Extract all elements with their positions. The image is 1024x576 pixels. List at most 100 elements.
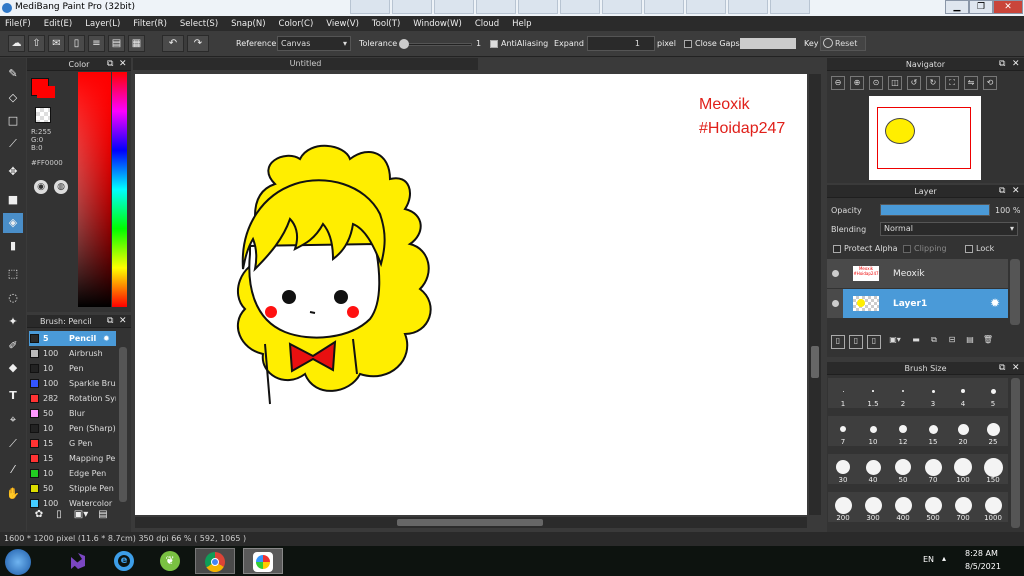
layer-row[interactable]: Meoxik #Hoidap247 Meoxik: [827, 259, 1008, 288]
menu-file[interactable]: File(F): [5, 19, 31, 29]
brush-item[interactable]: 100 Sparkle Brush: [29, 376, 116, 391]
document-icon[interactable]: ≡: [88, 35, 105, 52]
brush-size-cell[interactable]: 300: [858, 492, 888, 522]
fullscreen-icon[interactable]: ⛶: [945, 76, 959, 90]
brush-size-cell[interactable]: 150: [978, 454, 1008, 484]
redo-icon[interactable]: ↷: [187, 35, 209, 52]
brush-size-cell[interactable]: 400: [888, 492, 918, 522]
rotate-left-icon[interactable]: ↺: [907, 76, 921, 90]
brush-size-cell[interactable]: 20: [948, 416, 978, 446]
material-icon[interactable]: ▦: [128, 35, 145, 52]
menu-tool[interactable]: Tool(T): [372, 19, 400, 29]
brush-size-cell[interactable]: 1000: [978, 492, 1008, 522]
brush-size-cell[interactable]: 5: [978, 378, 1008, 408]
brush-item[interactable]: 15 G Pen: [29, 436, 116, 451]
bucket-tool-icon[interactable]: ◈: [3, 213, 23, 233]
dot-tool-icon[interactable]: □: [3, 111, 23, 131]
brush-item[interactable]: 5 Pencil ✹: [29, 331, 116, 346]
visibility-icon[interactable]: [832, 270, 839, 277]
gradient-tool-icon[interactable]: ▮: [3, 236, 23, 256]
gear-icon[interactable]: ✹: [990, 296, 1000, 310]
brush-size-cell[interactable]: 30: [828, 454, 858, 484]
blending-select[interactable]: Normal ▾: [880, 222, 1018, 236]
menu-cloud[interactable]: Cloud: [475, 19, 499, 29]
brush-tool-icon[interactable]: ✎: [3, 64, 23, 84]
secondary-color-swatch[interactable]: [35, 107, 51, 123]
menu-layer[interactable]: Layer(L): [85, 19, 120, 29]
brush-size-cell[interactable]: 40: [858, 454, 888, 484]
brush-item[interactable]: 15 Mapping Pen: [29, 451, 116, 466]
visual-studio-icon[interactable]: [58, 548, 98, 574]
brush-item[interactable]: 10 Pen (Sharp): [29, 421, 116, 436]
cloud-icon[interactable]: ☁: [8, 35, 25, 52]
color-wheel-icon[interactable]: ◍: [54, 180, 68, 194]
brush-size-cell[interactable]: 70: [918, 454, 948, 484]
menu-view[interactable]: View(V): [326, 19, 359, 29]
brush-size-cell[interactable]: 1: [828, 378, 858, 408]
internet-explorer-icon[interactable]: e: [104, 548, 144, 574]
close-gaps-checkbox[interactable]: Close Gaps: [684, 39, 740, 48]
menu-help[interactable]: Help: [512, 19, 531, 29]
select-pen-icon[interactable]: ✐: [3, 336, 23, 356]
brush-settings-icon[interactable]: ✿: [31, 509, 47, 525]
merge-layer-icon[interactable]: ⊟: [945, 335, 959, 349]
select-eraser-icon[interactable]: ◆: [3, 358, 23, 378]
brush-size-cell[interactable]: 1.5: [858, 378, 888, 408]
maximize-button[interactable]: ❐: [969, 0, 993, 14]
language-indicator[interactable]: EN: [923, 555, 934, 564]
clock-date[interactable]: 8/5/2021: [965, 562, 1001, 571]
layer-list-scrollbar[interactable]: [1010, 259, 1020, 325]
hue-slider[interactable]: [112, 72, 127, 307]
eyedropper2-tool-icon[interactable]: ⁄: [3, 460, 23, 480]
protect-alpha-checkbox[interactable]: Protect Alpha: [833, 244, 898, 253]
brush-item[interactable]: 50 Stipple Pen: [29, 481, 116, 496]
brush-size-cell[interactable]: 15: [918, 416, 948, 446]
canvas-horizontal-scrollbar[interactable]: [135, 517, 807, 528]
start-button[interactable]: [5, 549, 31, 575]
select-pen-tool-icon[interactable]: ⟋: [3, 134, 23, 154]
brush-item[interactable]: 10 Pen: [29, 361, 116, 376]
fit-icon[interactable]: ◫: [888, 76, 902, 90]
layer-settings-icon[interactable]: ▤: [963, 335, 977, 349]
clock-time[interactable]: 8:28 AM: [965, 549, 998, 558]
divide-tool-icon[interactable]: ⌖: [3, 410, 23, 430]
brush-size-cell[interactable]: 10: [858, 416, 888, 446]
hand-tool-icon[interactable]: ✋: [3, 484, 23, 504]
reference-select[interactable]: Canvas ▾: [277, 36, 351, 51]
lasso-tool-icon[interactable]: ◌: [3, 288, 23, 308]
brush-size-cell[interactable]: 25: [978, 416, 1008, 446]
share-icon[interactable]: ⇧: [28, 35, 45, 52]
brush-add-menu-icon[interactable]: ▣▾: [71, 509, 91, 525]
brush-item[interactable]: 10 Edge Pen: [29, 466, 116, 481]
new-halftone-layer-icon[interactable]: ▯: [849, 335, 863, 349]
saturation-value-picker[interactable]: [78, 72, 111, 307]
menu-color[interactable]: Color(C): [279, 19, 314, 29]
tolerance-slider[interactable]: [400, 43, 472, 46]
brush-size-cell[interactable]: 4: [948, 378, 978, 408]
flip-icon[interactable]: ⇋: [964, 76, 978, 90]
brush-size-scrollbar[interactable]: [1011, 378, 1020, 528]
rotate-right-icon[interactable]: ↻: [926, 76, 940, 90]
reset-button[interactable]: Reset: [820, 36, 866, 51]
brush-size-cell[interactable]: 7: [828, 416, 858, 446]
chrome-icon[interactable]: [195, 548, 235, 574]
brush-size-cell[interactable]: 2: [888, 378, 918, 408]
brush-item[interactable]: 50 Blur: [29, 406, 116, 421]
close-button[interactable]: ✕: [993, 0, 1023, 14]
zoom-100-icon[interactable]: ⊙: [869, 76, 883, 90]
reset-view-icon[interactable]: ⟲: [983, 76, 997, 90]
trash-icon[interactable]: 🗑: [981, 335, 995, 349]
brush-size-cell[interactable]: 200: [828, 492, 858, 522]
brush-size-cell[interactable]: 100: [948, 454, 978, 484]
menu-filter[interactable]: Filter(R): [133, 19, 167, 29]
menu-snap[interactable]: Snap(N): [231, 19, 265, 29]
menu-edit[interactable]: Edit(E): [44, 19, 72, 29]
menu-select[interactable]: Select(S): [180, 19, 218, 29]
layer-row-selected[interactable]: Layer1 ✹: [827, 289, 1008, 318]
expand-stepper[interactable]: 1: [587, 36, 655, 51]
select-rect-tool-icon[interactable]: ⬚: [3, 264, 23, 284]
clipping-checkbox[interactable]: Clipping: [903, 244, 947, 253]
app-icon-green[interactable]: ❦: [150, 548, 190, 574]
canvas-tab[interactable]: Untitled: [133, 58, 478, 70]
folder-icon[interactable]: ▬: [909, 335, 923, 349]
